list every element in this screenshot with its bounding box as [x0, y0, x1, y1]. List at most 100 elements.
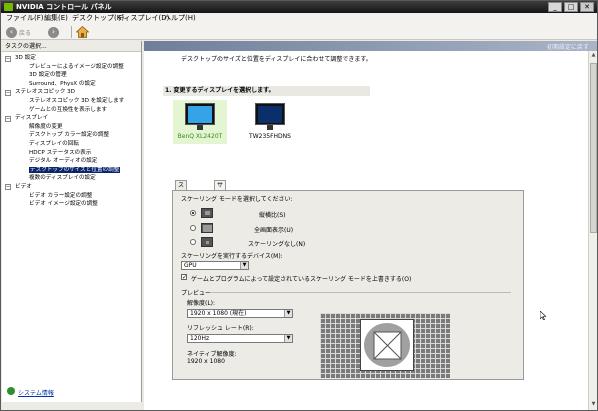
maximize-button[interactable]: □	[564, 2, 578, 12]
mode-fullscreen-label[interactable]: 全画面表示(U)	[254, 225, 293, 234]
collapse-toggle-icon[interactable]: −	[5, 89, 11, 96]
override-checkbox[interactable]: ✓	[181, 274, 187, 281]
tree-label: ディスプレイの回転	[29, 140, 79, 147]
tree-item[interactable]: 3D 設定の管理	[2, 71, 142, 80]
tree-label: ディスプレイ	[15, 115, 49, 122]
task-tree: −3D 設定 プレビューによるイメージ設定の調整 3D 設定の管理 Surround、…	[2, 54, 142, 209]
step1-heading: 1. 変更するディスプレイを選択します。	[163, 86, 370, 96]
tree-label: デスクトップのサイズと位置の調整	[29, 166, 121, 173]
close-button[interactable]: ✕	[580, 2, 594, 12]
tree-item[interactable]: デジタル オーディオの設定	[2, 157, 142, 166]
menu-bar: ファイル(F) 編集(E) デスクトップ(K) ディスプレイ(D) ヘルプ(H)	[1, 13, 597, 24]
system-info-link[interactable]: システム情報	[7, 387, 54, 397]
tree-item[interactable]: デスクトップ カラー設定の調整	[2, 131, 142, 140]
refresh-rate-label: リフレッシュ レート(R):	[187, 325, 254, 332]
native-resolution-label: ネイティブ解像度:	[187, 351, 237, 358]
tree-label: Surround、PhysX の設定	[29, 80, 96, 87]
scrollbar-thumb[interactable]	[590, 63, 597, 233]
tree-label: 3D 設定の管理	[29, 72, 67, 79]
tree-horizontal-scrollbar[interactable]	[2, 402, 142, 410]
resolution-select[interactable]: 1920 x 1080 (現在) ▼	[187, 309, 293, 318]
tree-item[interactable]: ディスプレイの回転	[2, 140, 142, 149]
tree-item[interactable]: HDCP ステータスの表示	[2, 149, 142, 158]
scaling-mode-prompt: スケーリング モードを選択してください:	[181, 196, 293, 203]
display-name: BenQ XL2420T	[177, 133, 223, 140]
monitor-icon	[255, 103, 285, 125]
tree-label: 3D 設定	[15, 55, 36, 61]
scaling-preview	[320, 313, 450, 378]
settings-panel: スケーリング サイズ スケーリング モードを選択してください: 縦横比(S) 全…	[172, 180, 524, 380]
scaling-device-select[interactable]: GPU ▼	[181, 261, 249, 270]
native-resolution-value: 1920 x 1080	[187, 358, 225, 365]
home-icon[interactable]	[76, 26, 89, 38]
mode-no-scaling-label[interactable]: スケーリングなし(N)	[248, 239, 305, 248]
back-arrow-icon[interactable]: ‹	[6, 27, 17, 38]
chevron-down-icon: ▼	[240, 262, 248, 269]
title-bar: NVIDIA コントロール パネル _ □ ✕	[1, 1, 597, 13]
tree-item[interactable]: ゲームとの互換性を表示します	[2, 106, 142, 115]
tree-category[interactable]: − ディスプレイ	[2, 114, 142, 123]
scroll-down-icon[interactable]: ▼	[590, 401, 597, 409]
preview-divider	[211, 292, 511, 293]
system-info-icon	[7, 387, 15, 395]
fullscreen-icon	[201, 223, 213, 233]
toolbar-separator	[71, 26, 72, 38]
radio-aspect-ratio[interactable]	[190, 210, 196, 216]
refresh-rate-select[interactable]: 120Hz ▼	[187, 334, 293, 343]
tree-item[interactable]: デスクトップのサイズと位置の調整	[2, 166, 142, 175]
radio-fullscreen[interactable]	[190, 225, 196, 231]
tree-item[interactable]: ビデオ イメージ設定の調整	[2, 200, 142, 209]
tree-label: ゲームとの互換性を表示します	[29, 106, 108, 113]
collapse-toggle-icon[interactable]: −	[5, 184, 11, 191]
back-label[interactable]: 戻る	[19, 28, 31, 37]
header-banner: 初期設定に戻す	[144, 41, 597, 51]
nvidia-logo-icon	[4, 3, 13, 11]
tree-category[interactable]: − ビデオ	[2, 183, 142, 192]
tree-item[interactable]: ステレオスコピック 3D を設定します	[2, 97, 142, 106]
tree-label: 複数のディスプレイの設定	[29, 175, 96, 182]
tab-size[interactable]: サイズ	[214, 180, 227, 207]
display-tw235[interactable]: TW235FHDNS	[243, 100, 297, 144]
display-selector: BenQ XL2420T TW235FHDNS	[173, 100, 379, 192]
tree-label: ビデオ カラー設定の調整	[29, 192, 93, 199]
content-vertical-scrollbar[interactable]: ▲ ▼	[588, 51, 597, 410]
tree-label: デジタル オーディオの設定	[29, 158, 98, 165]
toolbar: ‹ 戻る ›	[1, 24, 597, 40]
menu-edit[interactable]: 編集(E)	[44, 13, 68, 24]
tree-category[interactable]: −3D 設定	[2, 54, 142, 63]
restore-defaults-link[interactable]: 初期設定に戻す	[547, 42, 589, 51]
monitor-icon	[185, 103, 215, 125]
chevron-down-icon: ▼	[284, 310, 292, 317]
mode-aspect-ratio-label[interactable]: 縦横比(S)	[259, 210, 286, 219]
tree-label: ビデオ イメージ設定の調整	[29, 201, 98, 208]
main-window: NVIDIA コントロール パネル _ □ ✕ ファイル(F) 編集(E) デス…	[0, 0, 598, 411]
refresh-rate-value: 120Hz	[190, 335, 210, 342]
task-tree-pane: タスクの選択... −3D 設定 プレビューによるイメージ設定の調整 3D 設定の管…	[2, 41, 142, 410]
minimize-button[interactable]: _	[548, 2, 562, 12]
preview-test-pattern	[360, 319, 414, 371]
tree-item[interactable]: 複数のディスプレイの設定	[2, 174, 142, 183]
page-description: デスクトップのサイズと位置をディスプレイに合わせて調整できます。	[181, 56, 372, 63]
menu-display[interactable]: ディスプレイ(D)	[117, 13, 169, 24]
collapse-toggle-icon[interactable]: −	[5, 115, 11, 122]
menu-help[interactable]: ヘルプ(H)	[164, 13, 196, 24]
tree-label: ステレオスコピック 3D	[15, 89, 75, 96]
radio-no-scaling[interactable]	[190, 239, 196, 245]
tree-item[interactable]: プレビューによるイメージ設定の調整	[2, 63, 142, 72]
display-benq[interactable]: BenQ XL2420T	[173, 100, 227, 144]
scroll-up-icon[interactable]: ▲	[590, 52, 597, 60]
tree-item[interactable]: Surround、PhysX の設定	[2, 80, 142, 89]
tree-category[interactable]: − ステレオスコピック 3D	[2, 88, 142, 97]
tree-item[interactable]: 解像度の変更	[2, 123, 142, 132]
preview-heading: プレビュー	[181, 290, 212, 297]
content-pane: 初期設定に戻す デスクトップのサイズと位置をディスプレイに合わせて調整できます。…	[144, 41, 597, 410]
tree-label: 解像度の変更	[29, 123, 63, 130]
display-name: TW235FHDNS	[249, 133, 291, 140]
forward-arrow-icon[interactable]: ›	[48, 27, 59, 38]
no-scaling-icon	[201, 237, 213, 247]
menu-file[interactable]: ファイル(F)	[6, 13, 44, 24]
collapse-toggle-icon[interactable]: −	[5, 55, 11, 62]
override-label[interactable]: ゲームとプログラムによって設定されているスケーリング モードを上書きする(O)	[191, 274, 411, 283]
scaling-device-label: スケーリングを実行するデバイス(M):	[181, 253, 283, 260]
tree-item[interactable]: ビデオ カラー設定の調整	[2, 192, 142, 201]
